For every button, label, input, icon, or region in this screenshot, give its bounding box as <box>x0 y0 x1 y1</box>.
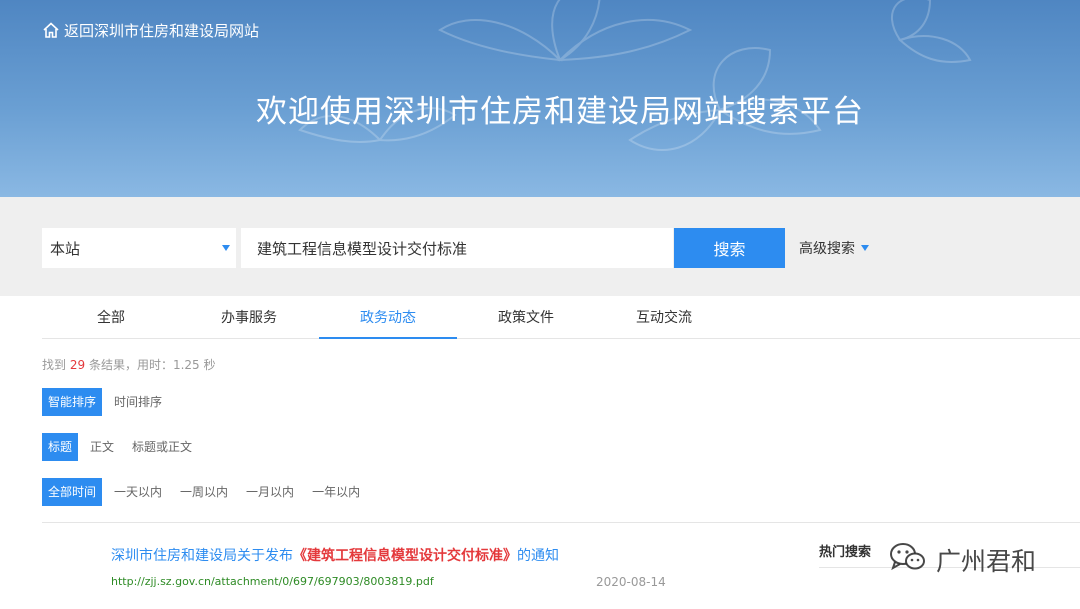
watermark-text: 广州君和 <box>936 547 1037 576</box>
sort-time[interactable]: 时间排序 <box>108 388 168 416</box>
stats-prefix: 找到 <box>42 358 67 372</box>
field-body[interactable]: 正文 <box>84 433 120 461</box>
result-title-suffix: 的通知 <box>517 548 559 564</box>
tab-news[interactable]: 政务动态 <box>319 296 457 339</box>
advanced-search-toggle[interactable]: 高级搜索 <box>799 228 869 268</box>
tab-policies[interactable]: 政策文件 <box>457 296 595 339</box>
scope-select[interactable]: 本站 <box>42 228 236 268</box>
back-to-site-link[interactable]: 返回深圳市住房和建设局网站 <box>42 20 259 40</box>
time-day[interactable]: 一天以内 <box>108 478 168 506</box>
time-month[interactable]: 一月以内 <box>240 478 300 506</box>
caret-down-icon <box>861 245 869 251</box>
back-link-label: 返回深圳市住房和建设局网站 <box>64 21 260 40</box>
result-count: 29 <box>69 358 86 372</box>
result-stats: 找到 29 条结果，用时：1.25 秒 <box>42 356 216 372</box>
stats-suffix: 条结果，用时：1.25 秒 <box>88 358 216 372</box>
scope-value: 本站 <box>50 239 81 258</box>
result-date: 2020-08-14 <box>596 575 666 589</box>
search-bar: 本站 搜索 高级搜索 <box>0 197 1080 296</box>
divider <box>42 522 1080 523</box>
sort-smart[interactable]: 智能排序 <box>42 388 103 416</box>
search-input[interactable] <box>241 228 673 268</box>
caret-down-icon <box>222 245 230 251</box>
search-button[interactable]: 搜索 <box>674 228 785 268</box>
time-filter: 全部时间 一天以内 一周以内 一月以内 一年以内 <box>42 478 372 506</box>
time-all[interactable]: 全部时间 <box>42 478 103 506</box>
result-title-prefix: 深圳市住房和建设局关于发布 <box>111 548 293 564</box>
field-title-or-body[interactable]: 标题或正文 <box>126 433 198 461</box>
page-title: 欢迎使用深圳市住房和建设局网站搜索平台 <box>256 94 864 130</box>
tab-services[interactable]: 办事服务 <box>180 296 318 339</box>
result-url[interactable]: http://zjj.sz.gov.cn/attachment/0/697/69… <box>111 575 434 588</box>
header-banner: 返回深圳市住房和建设局网站 欢迎使用深圳市住房和建设局网站搜索平台 <box>0 0 1080 197</box>
wechat-watermark: 广州君和 <box>888 540 1036 580</box>
category-tabs: 全部 办事服务 政务动态 政策文件 互动交流 <box>42 296 1080 339</box>
result-title-link[interactable]: 深圳市住房和建设局关于发布《建筑工程信息模型设计交付标准》的通知 <box>111 545 559 565</box>
hot-search-heading: 热门搜索 <box>819 545 872 560</box>
advanced-search-label: 高级搜索 <box>799 241 855 257</box>
result-title-highlight: 《建筑工程信息模型设计交付标准》 <box>293 548 517 564</box>
field-filter: 标题 正文 标题或正文 <box>42 433 204 461</box>
wechat-icon <box>888 541 928 579</box>
time-week[interactable]: 一周以内 <box>174 478 234 506</box>
sort-filter: 智能排序 时间排序 <box>42 388 174 416</box>
home-icon <box>42 21 60 39</box>
field-title[interactable]: 标题 <box>42 433 79 461</box>
tab-interaction[interactable]: 互动交流 <box>595 296 733 339</box>
tab-all[interactable]: 全部 <box>42 296 180 339</box>
time-year[interactable]: 一年以内 <box>306 478 366 506</box>
